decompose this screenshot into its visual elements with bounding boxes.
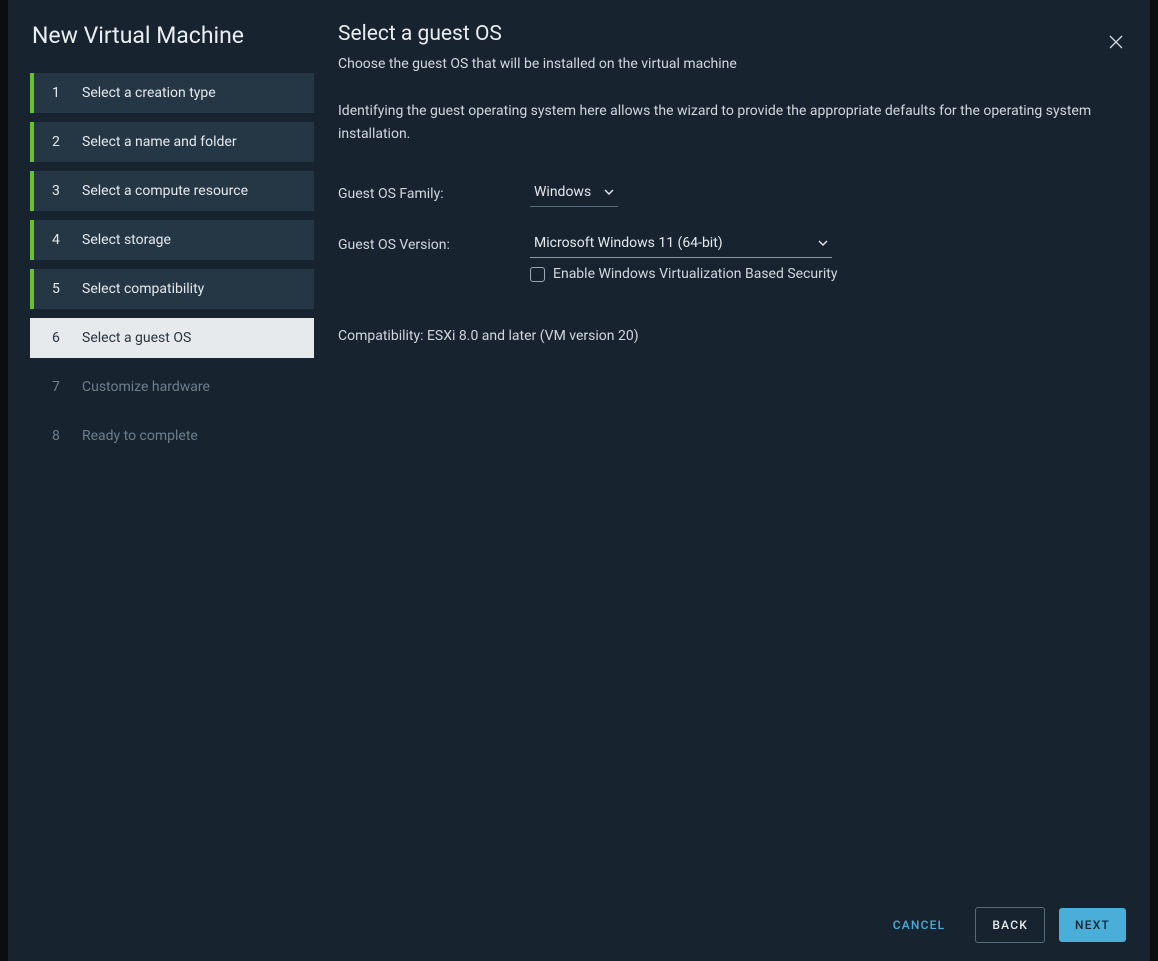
wizard-step-7: 7 Customize hardware bbox=[30, 367, 314, 407]
chevron-down-icon bbox=[604, 189, 614, 195]
guest-os-version-value: Microsoft Windows 11 (64-bit) bbox=[534, 235, 723, 251]
guest-os-version-label: Guest OS Version: bbox=[338, 237, 530, 253]
guest-os-version-select[interactable]: Microsoft Windows 11 (64-bit) bbox=[530, 231, 832, 258]
step-number: 5 bbox=[52, 281, 72, 297]
wizard-sidebar: New Virtual Machine 1 Select a creation t… bbox=[8, 0, 314, 961]
step-number: 6 bbox=[52, 330, 72, 346]
guest-os-version-row: Guest OS Version: Microsoft Windows 11 (… bbox=[338, 231, 1126, 258]
page-subtitle: Choose the guest OS that will be install… bbox=[338, 56, 1126, 72]
chevron-down-icon bbox=[818, 240, 828, 246]
wizard-step-2[interactable]: 2 Select a name and folder bbox=[30, 122, 314, 162]
close-icon bbox=[1108, 34, 1124, 50]
page-title: Select a guest OS bbox=[338, 20, 502, 56]
step-number: 2 bbox=[52, 134, 72, 150]
step-number: 4 bbox=[52, 232, 72, 248]
guest-os-family-label: Guest OS Family: bbox=[338, 186, 530, 202]
wizard-step-1[interactable]: 1 Select a creation type bbox=[30, 73, 314, 113]
step-number: 8 bbox=[52, 428, 72, 444]
step-number: 1 bbox=[52, 85, 72, 101]
step-label: Select a guest OS bbox=[82, 330, 191, 346]
guest-os-family-value: Windows bbox=[534, 184, 591, 200]
step-label: Select compatibility bbox=[82, 281, 204, 297]
step-label: Customize hardware bbox=[82, 379, 210, 395]
guest-os-family-select[interactable]: Windows bbox=[530, 180, 618, 207]
step-number: 3 bbox=[52, 183, 72, 199]
vbs-checkbox-row: Enable Windows Virtualization Based Secu… bbox=[530, 266, 1126, 282]
step-number: 7 bbox=[52, 379, 72, 395]
guest-os-version-group: Guest OS Version: Microsoft Windows 11 (… bbox=[338, 231, 1126, 282]
wizard-main-panel: Select a guest OS Choose the guest OS th… bbox=[314, 0, 1150, 961]
wizard-step-5[interactable]: 5 Select compatibility bbox=[30, 269, 314, 309]
wizard-steps-list: 1 Select a creation type 2 Select a name an… bbox=[8, 73, 314, 456]
guest-os-family-row: Guest OS Family: Windows bbox=[338, 180, 1126, 207]
compatibility-text: Compatibility: ESXi 8.0 and later (VM ve… bbox=[338, 328, 1126, 344]
wizard-step-4[interactable]: 4 Select storage bbox=[30, 220, 314, 260]
next-button[interactable]: NEXT bbox=[1059, 908, 1126, 942]
wizard-footer: CANCEL BACK NEXT bbox=[877, 907, 1126, 943]
vbs-checkbox-label: Enable Windows Virtualization Based Secu… bbox=[553, 266, 837, 282]
new-vm-wizard-dialog: New Virtual Machine 1 Select a creation t… bbox=[8, 0, 1150, 961]
main-header: Select a guest OS bbox=[338, 20, 1126, 56]
wizard-step-8: 8 Ready to complete bbox=[30, 416, 314, 456]
close-button[interactable] bbox=[1102, 28, 1130, 56]
cancel-button[interactable]: CANCEL bbox=[877, 908, 962, 942]
vbs-checkbox[interactable] bbox=[530, 267, 545, 282]
page-description: Identifying the guest operating system h… bbox=[338, 100, 1126, 146]
step-label: Select a creation type bbox=[82, 85, 216, 101]
step-label: Select storage bbox=[82, 232, 171, 248]
back-button[interactable]: BACK bbox=[975, 907, 1045, 943]
wizard-step-3[interactable]: 3 Select a compute resource bbox=[30, 171, 314, 211]
step-label: Select a name and folder bbox=[82, 134, 237, 150]
step-label: Ready to complete bbox=[82, 428, 198, 444]
wizard-title: New Virtual Machine bbox=[8, 22, 314, 73]
wizard-step-6[interactable]: 6 Select a guest OS bbox=[30, 318, 314, 358]
step-label: Select a compute resource bbox=[82, 183, 248, 199]
